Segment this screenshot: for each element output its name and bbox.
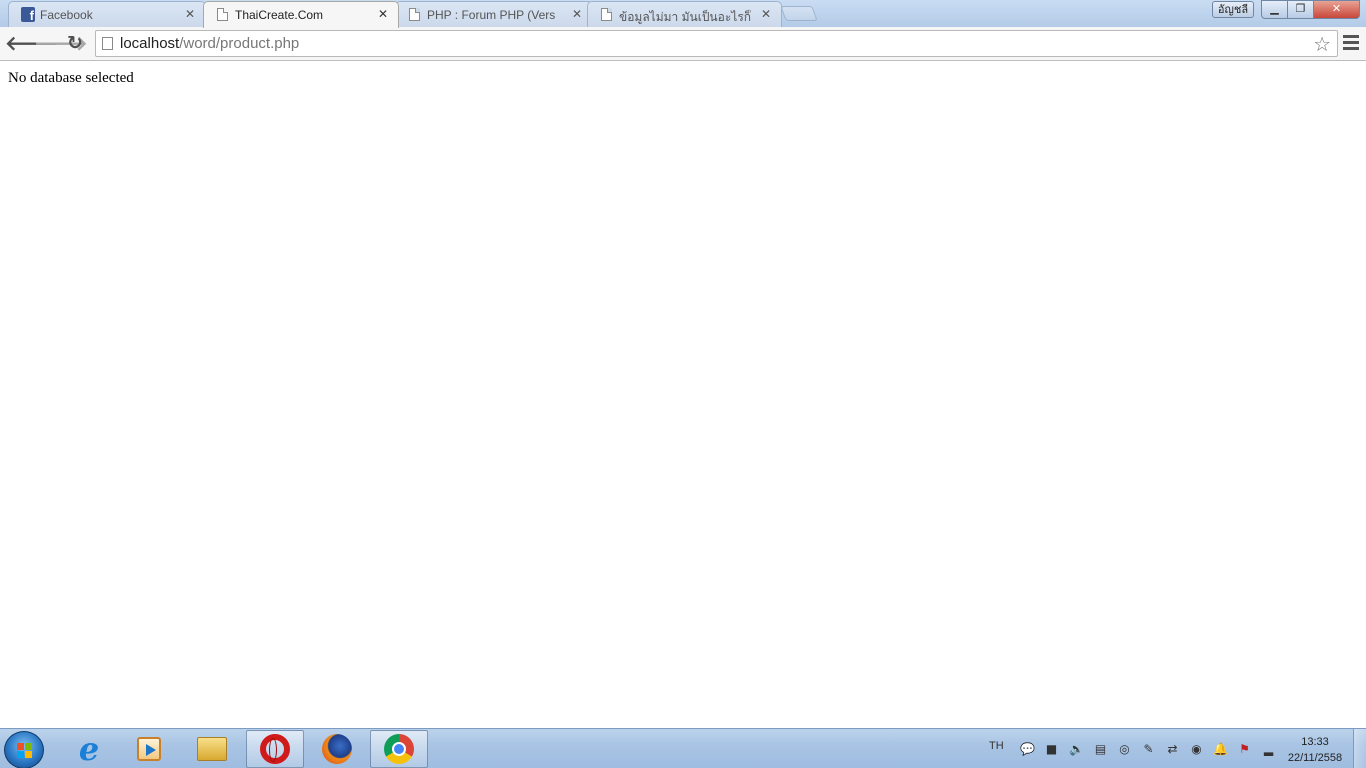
close-icon: ✕: [1331, 2, 1342, 15]
taskbar: e TH 💬 ■ 🔈 ▤ ◎ ✎ ⇄ ◉ 🔔 ⚑ ▂ 13:33 22/11/2…: [0, 728, 1366, 768]
close-window-button[interactable]: ✕: [1313, 0, 1360, 19]
menu-button[interactable]: [1343, 35, 1359, 50]
taskbar-media-player[interactable]: [120, 730, 178, 768]
volume-icon[interactable]: 🔈: [1069, 742, 1084, 757]
taskbar-internet-explorer[interactable]: e: [60, 730, 118, 768]
close-icon[interactable]: ✕: [377, 7, 389, 21]
language-indicator[interactable]: TH: [989, 740, 1004, 752]
show-desktop-button[interactable]: [1353, 729, 1366, 768]
page-icon: [601, 8, 612, 21]
opera-icon: [260, 734, 290, 764]
tab-title: ข้อมูลไม่มา มันเป็นอะไรก็ไม่รู้: [619, 10, 751, 24]
close-icon[interactable]: ✕: [760, 7, 772, 21]
windows-logo-icon: [17, 743, 33, 759]
close-icon[interactable]: ✕: [571, 7, 583, 21]
tray-app-icon[interactable]: ■: [1044, 742, 1059, 757]
page-icon: [102, 37, 113, 50]
notification-bell-icon[interactable]: 🔔: [1213, 742, 1228, 757]
browser-toolbar: 🡐 🡒 ↻ localhost/word/product.php ☆: [0, 27, 1366, 61]
profile-button[interactable]: อัญชลี: [1212, 1, 1254, 18]
close-icon[interactable]: ✕: [184, 7, 196, 21]
clock-date: 22/11/2558: [1287, 752, 1343, 764]
page-content: No database selected: [0, 62, 1366, 728]
url-host: localhost: [120, 35, 180, 52]
bookmark-star-icon[interactable]: ☆: [1313, 32, 1331, 56]
tray-tool-icon[interactable]: ✎: [1141, 742, 1156, 757]
minimize-button[interactable]: ▁: [1261, 0, 1288, 19]
system-clock[interactable]: 13:33 22/11/2558: [1280, 734, 1350, 766]
address-bar[interactable]: localhost/word/product.php ☆: [95, 30, 1338, 57]
clock-time: 13:33: [1301, 736, 1329, 748]
forward-button[interactable]: 🡒: [34, 32, 88, 54]
firefox-icon: [322, 734, 352, 764]
taskbar-chrome[interactable]: [370, 730, 428, 768]
hamburger-icon-bar: [1343, 47, 1359, 50]
network-share-icon[interactable]: ⇄: [1165, 742, 1180, 757]
minimize-icon: ▁: [1270, 2, 1279, 15]
tab-title: ThaiCreate.Com: [235, 8, 324, 22]
error-message: No database selected: [8, 70, 134, 86]
internet-explorer-icon: e: [78, 730, 100, 768]
url-path: /word/product.php: [179, 35, 300, 52]
tab-strip: f Facebook ✕ PHP : Forum PHP (Version ✕ …: [0, 0, 1366, 28]
tab-title: Facebook: [40, 8, 93, 22]
tab-thai-forum[interactable]: ข้อมูลไม่มา มันเป็นอะไรก็ไม่รู้ ✕: [587, 1, 782, 27]
reload-icon: ↻: [67, 32, 83, 54]
page-icon: [409, 8, 420, 21]
hamburger-icon-bar: [1343, 35, 1359, 38]
restore-icon: ❐: [1295, 2, 1306, 15]
reload-button[interactable]: ↻: [63, 32, 87, 54]
chrome-tray-icon[interactable]: ◉: [1189, 742, 1204, 757]
signal-strength-icon[interactable]: ▂: [1261, 742, 1276, 757]
printer-icon[interactable]: ▤: [1093, 742, 1108, 757]
tab-title: PHP : Forum PHP (Version: [427, 8, 555, 22]
tab-thaicreate[interactable]: ThaiCreate.Com ✕: [203, 1, 399, 28]
media-player-icon: [137, 737, 161, 761]
url-text[interactable]: localhost/word/product.php: [120, 35, 299, 53]
folder-icon: [197, 737, 227, 761]
sync-icon[interactable]: ◎: [1117, 742, 1132, 757]
hamburger-icon-bar: [1343, 41, 1359, 44]
chrome-icon: [384, 734, 414, 764]
flag-alert-icon[interactable]: ⚑: [1237, 742, 1252, 757]
back-button[interactable]: 🡐: [5, 32, 59, 54]
taskbar-file-explorer[interactable]: [183, 730, 241, 768]
page-icon: [217, 8, 228, 21]
new-tab-button[interactable]: [780, 6, 818, 21]
start-button[interactable]: [4, 731, 44, 768]
tab-php-forum[interactable]: PHP : Forum PHP (Version ✕: [395, 1, 593, 27]
action-center-icon[interactable]: 💬: [1020, 742, 1035, 757]
taskbar-firefox[interactable]: [308, 730, 366, 768]
taskbar-opera[interactable]: [246, 730, 304, 768]
facebook-icon: f: [21, 7, 35, 22]
restore-button[interactable]: ❐: [1287, 0, 1314, 19]
tab-facebook[interactable]: f Facebook ✕: [8, 1, 206, 27]
